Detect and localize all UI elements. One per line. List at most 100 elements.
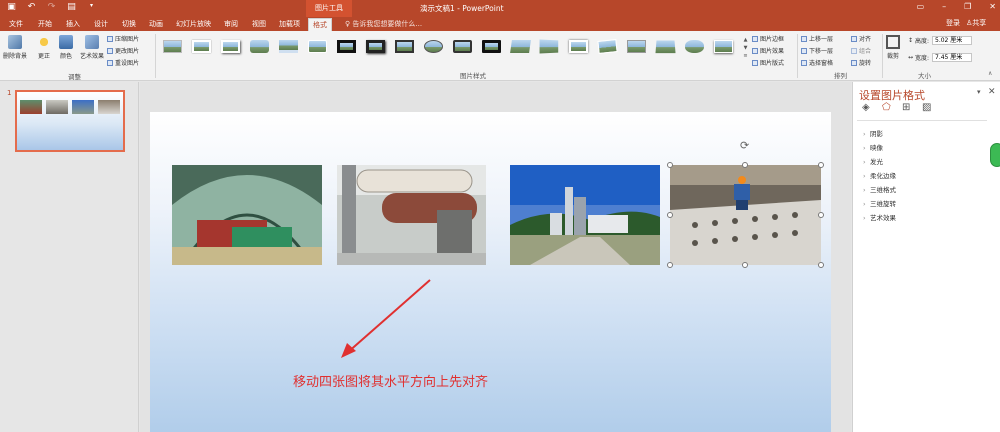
size-group-label: 大小 [918,72,931,80]
gallery-scroll[interactable]: ▲ ▼ ≡ [742,36,749,62]
tab-home[interactable]: 开始 [38,18,52,31]
share-button[interactable]: ♙共享 [966,18,986,28]
picture-style-item[interactable] [162,38,183,55]
section-reflection[interactable]: › 映像 [863,142,883,152]
sign-in-link[interactable]: 登录 [946,18,960,28]
section-soft-edges[interactable]: › 柔化边缘 [863,170,896,180]
tab-insert[interactable]: 插入 [66,18,80,31]
slide-photo-dome[interactable] [172,165,322,265]
picture-style-item[interactable] [626,38,647,55]
tab-view[interactable]: 视图 [252,18,266,31]
pane-options-icon[interactable]: ▾ [977,88,981,96]
slide-photo-kiln[interactable] [337,165,486,265]
tab-addins[interactable]: 加载项 [279,18,300,31]
corrections-button[interactable]: 更正 [37,35,51,60]
picture-style-item[interactable] [452,38,473,55]
picture-style-item[interactable] [365,38,386,55]
fill-line-icon[interactable]: ◈ [862,102,873,113]
customize-qat-icon[interactable]: ▾ [86,2,97,12]
tab-transitions[interactable]: 切换 [122,18,136,31]
height-label: ↕ 高度: [908,37,930,45]
rotate-button[interactable]: 旋转 [851,58,871,67]
chevron-up-icon[interactable]: ▲ [742,36,749,44]
close-icon[interactable]: ✕ [988,87,996,97]
tab-design[interactable]: 设计 [94,18,108,31]
close-icon[interactable]: ✕ [989,2,996,11]
group-objects-button[interactable]: 组合 [851,46,871,55]
tab-slideshow[interactable]: 幻灯片放映 [176,18,211,31]
compress-pictures-button[interactable]: 压缩图片 [107,34,139,43]
slide[interactable] [150,112,831,432]
resize-handle[interactable] [818,262,824,268]
redo-icon[interactable]: ↷ [46,2,57,12]
picture-style-item[interactable] [568,38,589,55]
picture-style-item[interactable] [539,38,560,55]
tab-format[interactable]: 格式 [308,18,332,31]
resize-handle[interactable] [742,162,748,168]
picture-style-item[interactable] [510,38,531,55]
restore-icon[interactable]: ❐ [964,2,971,11]
bring-forward-button[interactable]: 上移一层 [801,34,833,43]
floating-green-button[interactable] [990,143,1000,167]
chevron-down-icon[interactable]: ▼ [742,44,749,52]
resize-handle[interactable] [667,162,673,168]
slide-photo-worker[interactable] [670,165,821,265]
picture-style-item[interactable] [191,38,212,55]
remove-background-button[interactable]: 删除背景 [3,35,27,60]
picture-style-item[interactable] [307,38,328,55]
color-button[interactable]: 颜色 [59,35,73,60]
height-input[interactable]: 5.02 厘米 [932,36,972,45]
color-icon [59,35,73,49]
effects-icon[interactable]: ⬠ [882,102,893,113]
resize-handle[interactable] [667,262,673,268]
section-shadow[interactable]: › 阴影 [863,128,883,138]
width-input[interactable]: 7.45 厘米 [932,53,972,62]
picture-tools-context-label: 图片工具 [306,0,352,17]
picture-style-item[interactable] [220,38,241,55]
section-3d-rotation[interactable]: › 三维旋转 [863,198,896,208]
picture-style-item[interactable] [394,38,415,55]
slide-thumbnail[interactable] [15,90,125,152]
picture-style-item[interactable] [597,38,618,55]
ribbon-display-options-icon[interactable]: ▭ [917,2,925,11]
reset-picture-button[interactable]: 重设图片 [107,58,139,67]
picture-style-item[interactable] [713,38,734,55]
picture-style-item[interactable] [684,38,705,55]
resize-handle[interactable] [667,212,673,218]
picture-style-item[interactable] [481,38,502,55]
start-slideshow-icon[interactable]: ▤ [66,2,77,12]
align-button[interactable]: 对齐 [851,34,871,43]
resize-handle[interactable] [818,162,824,168]
section-3d-format[interactable]: › 三维格式 [863,184,896,194]
picture-style-item[interactable] [655,38,676,55]
save-icon[interactable]: ▣ [6,2,17,12]
tell-me-search[interactable]: ♀ 告诉我您想要做什么... [345,19,422,29]
picture-border-button[interactable]: 图片边框 [752,34,784,43]
picture-style-item[interactable] [423,38,444,55]
section-glow[interactable]: › 发光 [863,156,883,166]
collapse-ribbon-icon[interactable]: ∧ [988,70,992,77]
picture-style-item[interactable] [336,38,357,55]
resize-handle[interactable] [818,212,824,218]
rotate-handle-icon[interactable]: ⟳ [740,140,752,152]
crop-button[interactable]: 裁剪 [886,35,900,60]
resize-handle[interactable] [742,262,748,268]
minimize-icon[interactable]: – [942,2,946,11]
picture-effects-button[interactable]: 图片效果 [752,46,784,55]
picture-layout-button[interactable]: 图片版式 [752,58,784,67]
size-properties-icon[interactable]: ⊞ [902,102,913,113]
selection-pane-button[interactable]: 选择窗格 [801,58,833,67]
section-artistic-effects[interactable]: › 艺术效果 [863,212,896,222]
undo-icon[interactable]: ↶ [26,2,37,12]
picture-style-item[interactable] [278,38,299,55]
artistic-effects-button[interactable]: 艺术效果 [80,35,104,60]
tab-review[interactable]: 审阅 [224,18,238,31]
more-icon[interactable]: ≡ [742,52,749,60]
slide-photo-plant[interactable] [510,165,660,265]
send-backward-button[interactable]: 下移一层 [801,46,833,55]
tab-animations[interactable]: 动画 [149,18,163,31]
tab-file[interactable]: 文件 [9,18,23,31]
change-picture-button[interactable]: 更改图片 [107,46,139,55]
picture-icon[interactable]: ▨ [922,102,933,113]
picture-style-item[interactable] [249,38,270,55]
